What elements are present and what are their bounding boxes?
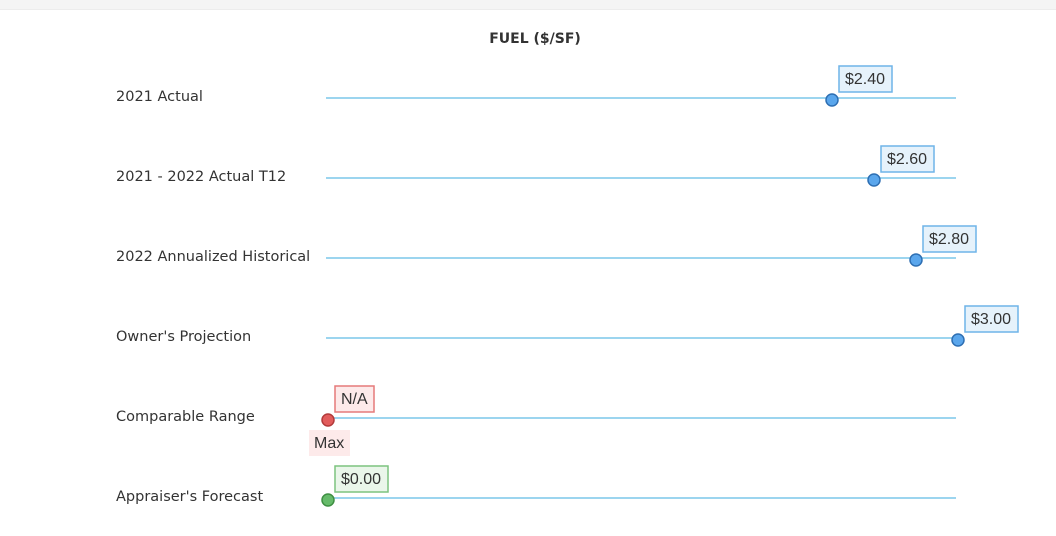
row-1-value-label: $2.60 xyxy=(887,151,927,168)
row-0-point xyxy=(825,93,839,107)
row-4-value-label: N/A xyxy=(341,391,368,408)
row-3-value-label: $3.00 xyxy=(971,311,1011,328)
row-4-sub-label: Max xyxy=(314,435,344,452)
row-5-point xyxy=(321,493,335,507)
row-5-value-label: $0.00 xyxy=(341,471,381,488)
row-4-point xyxy=(321,413,335,427)
row-1-point xyxy=(867,173,881,187)
row-2-value-label: $2.80 xyxy=(929,231,969,248)
row-3-point xyxy=(951,333,965,347)
chart-plot: $2.40 $2.60 $2.80 $3.00 N/A Max $0.00 xyxy=(309,65,1019,507)
row-0-value-label: $2.40 xyxy=(845,71,885,88)
row-2-point xyxy=(909,253,923,267)
